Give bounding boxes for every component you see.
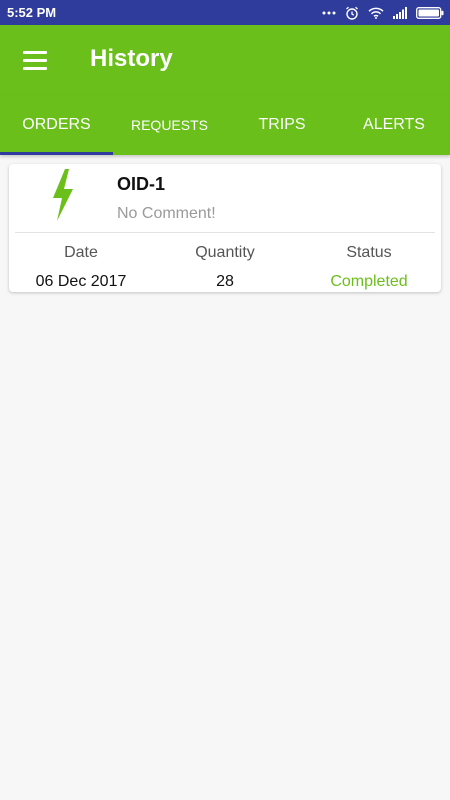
status-time: 5:52 PM <box>7 5 57 20</box>
alarm-icon <box>345 6 359 20</box>
order-card[interactable]: OID-1 No Comment! Date Quantity Status 0… <box>9 164 441 292</box>
order-comment: No Comment! <box>117 205 216 222</box>
page-title: History <box>90 45 173 72</box>
lightning-bolt-icon <box>51 169 75 226</box>
status-bar: 5:52 PM <box>0 0 450 25</box>
status-header: Status <box>346 244 392 261</box>
hamburger-menu-icon[interactable] <box>20 48 50 72</box>
quantity-header: Quantity <box>195 244 255 261</box>
tab-trips[interactable]: TRIPS <box>226 95 338 155</box>
tab-orders[interactable]: ORDERS <box>0 95 113 155</box>
quantity-value: 28 <box>216 273 234 290</box>
date-value: 06 Dec 2017 <box>35 273 127 290</box>
tab-requests[interactable]: REQUESTS <box>113 95 226 155</box>
wifi-icon <box>368 7 384 19</box>
battery-icon <box>416 6 444 19</box>
card-divider <box>15 232 435 233</box>
app-bar: History <box>0 25 450 95</box>
tab-bar: ORDERS REQUESTS TRIPS ALERTS <box>0 95 450 155</box>
more-dots-icon <box>322 11 336 15</box>
status-value: Completed <box>330 273 408 290</box>
tab-indicator <box>0 152 113 155</box>
date-header: Date <box>64 244 98 261</box>
tab-alerts[interactable]: ALERTS <box>338 95 450 155</box>
status-icons <box>322 0 444 25</box>
order-id: OID-1 <box>117 174 166 194</box>
signal-icon <box>393 6 407 19</box>
